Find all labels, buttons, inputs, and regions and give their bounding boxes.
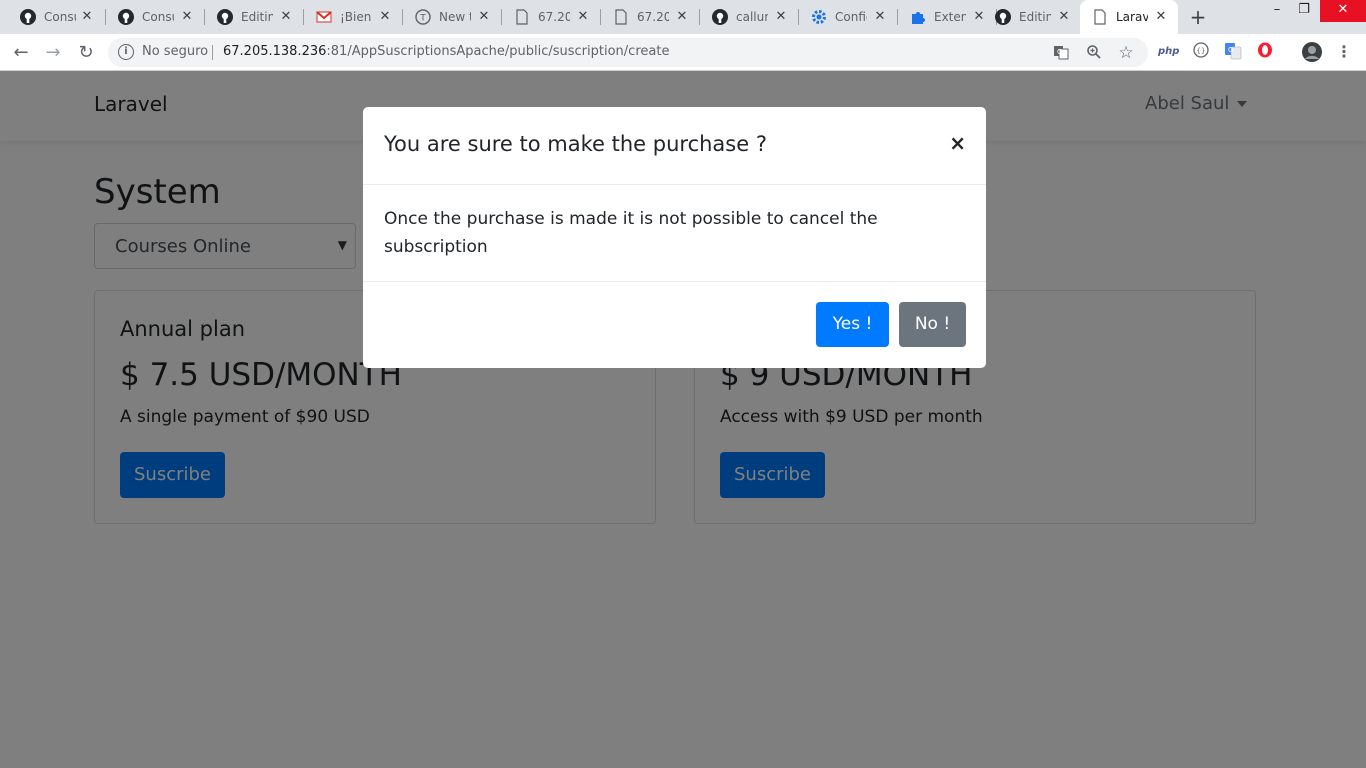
close-icon[interactable]: ✕ [675,10,689,24]
page-icon [613,9,629,25]
security-label[interactable]: No seguro [142,44,208,59]
tab-title: Consu [44,10,76,24]
close-icon[interactable]: ✕ [774,10,788,24]
browser-tab[interactable]: Consu ✕ [8,0,104,34]
tab-title: 67.205 [637,10,669,24]
svg-text:T: T [419,14,426,24]
close-icon[interactable]: ✕ [180,10,194,24]
url-text[interactable]: 67.205.138.236:81/AppSuscriptionsApache/… [223,44,669,59]
browser-tab[interactable]: Editing ✕ [205,0,303,34]
php-extension-icon[interactable]: php [1158,42,1179,62]
close-icon[interactable]: ✕ [1057,10,1071,24]
t-circle-icon: T [415,9,431,25]
puzzle-icon [910,9,926,25]
info-icon[interactable]: i [118,44,134,60]
svg-text:{}: {} [1197,47,1206,55]
yes-button[interactable]: Yes ! [816,302,889,347]
zoom-icon[interactable] [1085,44,1103,62]
no-button[interactable]: No ! [899,302,966,347]
star-icon[interactable]: ☆ [1117,44,1135,62]
page-icon [514,9,530,25]
github-icon [20,9,36,25]
back-icon[interactable]: ← [8,40,34,66]
divider [212,45,213,60]
page-icon [1092,9,1108,25]
browser-tab[interactable]: Extens ✕ [898,0,996,34]
gmail-icon [316,9,332,25]
browser-tab[interactable]: 67.205 ✕ [502,0,600,34]
gear-icon [811,9,827,25]
browser-tabstrip: Consu ✕ Consu ✕ Editing ✕ ¡Bienv ✕ T New… [0,0,1366,34]
modal-title: You are sure to make the purchase ? [384,132,767,156]
browser-tab-active[interactable]: Larave ✕ [1080,0,1178,34]
tab-title: Larave [1116,10,1148,24]
reload-icon[interactable]: ↻ [73,40,99,66]
github-icon [217,9,233,25]
confirm-purchase-modal: You are sure to make the purchase ? × On… [363,107,986,368]
page-viewport: Laravel Abel Saul System Courses Online … [0,71,1366,768]
url-host: 67.205.138.236 [223,44,327,59]
modal-header: You are sure to make the purchase ? × [363,107,986,185]
browser-tab[interactable]: Confic ✕ [799,0,897,34]
extension-icon[interactable]: {} [1191,42,1211,62]
browser-tab[interactable]: callum ✕ [700,0,798,34]
tab-title: Consu [142,10,174,24]
window-close-icon[interactable]: ✕ [1320,0,1366,22]
translate-icon[interactable]: G [1052,44,1070,62]
browser-tab[interactable]: 67.205 ✕ [601,0,699,34]
profile-avatar-icon[interactable] [1302,42,1322,62]
github-icon [995,9,1011,25]
tab-title: Editing [1019,10,1051,24]
browser-tab[interactable]: ¡Bienv ✕ [304,0,402,34]
github-icon [712,9,728,25]
tab-title: callum [736,10,768,24]
close-icon[interactable]: ✕ [1154,10,1168,24]
browser-tab[interactable]: Editing ✕ [983,0,1081,34]
browser-tab[interactable]: Consu ✕ [106,0,204,34]
close-icon[interactable]: ✕ [279,10,293,24]
tab-title: Extens [934,10,966,24]
svg-text:G: G [1057,48,1062,56]
close-icon[interactable]: ✕ [378,10,392,24]
tab-title: New t [439,10,471,24]
address-bar[interactable]: i No seguro 67.205.138.236:81/AppSuscrip… [108,38,1148,67]
close-icon[interactable]: ✕ [80,10,94,24]
modal-footer: Yes ! No ! [363,281,986,368]
browser-toolbar: ← → ↻ i No seguro 67.205.138.236:81/AppS… [0,34,1366,71]
opera-icon[interactable] [1255,42,1275,62]
tab-title: ¡Bienv [340,10,372,24]
tab-title: 67.205 [538,10,570,24]
github-icon [118,9,134,25]
tab-title: Editing [241,10,273,24]
close-icon[interactable]: ✕ [477,10,491,24]
menu-kebab-icon[interactable]: ⋮ [1334,42,1354,62]
close-icon[interactable]: ✕ [873,10,887,24]
close-icon[interactable]: × [949,131,966,155]
svg-text:G: G [1228,46,1233,54]
modal-body-text: Once the purchase is made it is not poss… [384,209,878,257]
forward-icon[interactable]: → [40,40,66,66]
close-icon[interactable]: ✕ [576,10,590,24]
browser-tab[interactable]: T New t ✕ [403,0,501,34]
new-tab-button[interactable]: + [1186,5,1210,29]
google-translate-icon[interactable]: G [1223,42,1243,62]
url-path: :81/AppSuscriptionsApache/public/suscrip… [326,44,670,59]
tab-title: Confic [835,10,867,24]
